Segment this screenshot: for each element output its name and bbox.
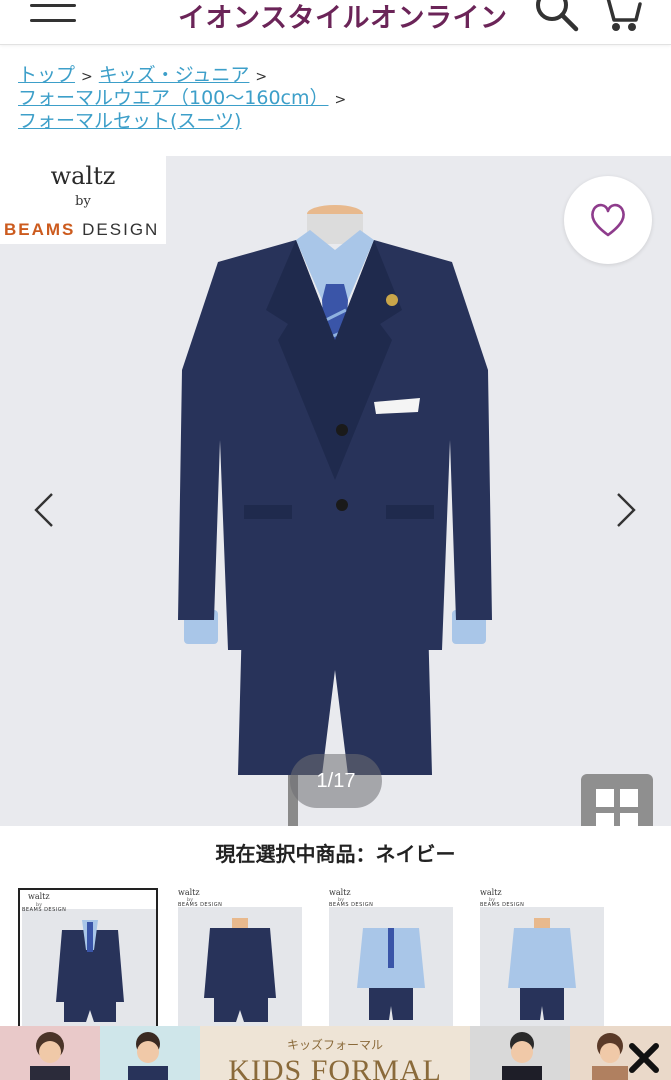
breadcrumb-separator: > — [255, 69, 268, 85]
banner-kids-photo-left — [0, 1026, 200, 1080]
thumbnail-3[interactable]: waltz by BEAMS DESIGN — [329, 888, 469, 1028]
image-counter: 1/17 — [290, 754, 382, 808]
breadcrumb-separator: > — [81, 69, 93, 85]
thumbnail-strip: waltz by BEAMS DESIGN waltz by BEAMS DES… — [18, 888, 658, 1028]
thumbnail-2[interactable]: waltz by BEAMS DESIGN — [178, 888, 318, 1028]
thumbnail-4[interactable]: waltz by BEAMS DESIGN — [480, 888, 620, 1028]
grid-view-button[interactable] — [581, 774, 653, 826]
brand-name: waltz — [50, 162, 116, 190]
product-photo-suit — [178, 205, 492, 826]
breadcrumb-link-kids-junior[interactable]: キッズ・ジュニア — [99, 64, 250, 86]
selected-product-label: 現在選択中商品：ネイビー — [215, 842, 456, 866]
product-image-gallery[interactable]: waltz by BEAMS DESIGN 1/17 — [0, 156, 671, 826]
banner-text-area: キッズフォーマル KIDS FORMAL — [200, 1026, 470, 1080]
search-icon[interactable] — [532, 0, 580, 32]
breadcrumb-separator: > — [334, 92, 347, 108]
site-title[interactable]: イオンスタイルオンライン — [178, 0, 507, 35]
site-header: イオンスタイルオンライン — [0, 0, 671, 45]
next-image-button[interactable] — [610, 490, 640, 530]
banner-title: KIDS FORMAL — [228, 1054, 442, 1080]
thumbnail-1[interactable]: waltz by BEAMS DESIGN — [18, 888, 158, 1028]
favorite-button[interactable] — [564, 176, 652, 264]
cart-icon[interactable] — [596, 0, 644, 34]
brand-beams-design: BEAMS DESIGN — [4, 220, 160, 239]
brand-logo: waltz by BEAMS DESIGN — [0, 156, 166, 244]
kids-formal-banner[interactable]: キッズフォーマル KIDS FORMAL — [0, 1026, 671, 1080]
previous-image-button[interactable] — [30, 490, 60, 530]
breadcrumb-link-formal-set[interactable]: フォーマルセット(スーツ) — [18, 110, 241, 132]
banner-subtitle: キッズフォーマル — [286, 1038, 383, 1052]
breadcrumb-link-top[interactable]: トップ — [18, 64, 75, 86]
breadcrumb-link-formalwear[interactable]: フォーマルウエア（100〜160cm） — [18, 87, 329, 109]
brand-by: by — [75, 194, 91, 209]
close-icon[interactable] — [622, 1036, 666, 1080]
hamburger-menu-icon[interactable] — [30, 0, 78, 26]
heart-icon — [591, 203, 625, 237]
breadcrumb: トップ > キッズ・ジュニア > フォーマルウエア（100〜160cm） > フォーマル… — [18, 65, 658, 132]
grid-icon — [596, 789, 638, 826]
